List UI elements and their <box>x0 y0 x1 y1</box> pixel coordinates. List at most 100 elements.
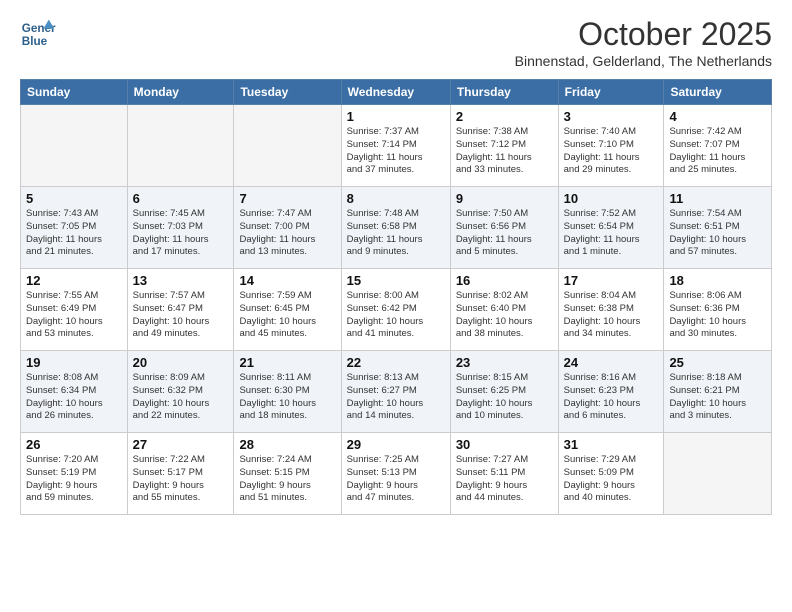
day-cell: 4 Sunrise: 7:42 AM Sunset: 7:07 PM Daylig… <box>664 105 772 187</box>
day-number: 22 <box>347 355 445 370</box>
day-cell: 31 Sunrise: 7:29 AM Sunset: 5:09 PM Dayli… <box>558 433 664 515</box>
day-info: Sunrise: 7:48 AM Sunset: 6:58 PM Dayligh… <box>347 208 445 259</box>
logo: General Blue <box>20 16 60 52</box>
day-cell: 23 Sunrise: 8:15 AM Sunset: 6:25 PM Dayli… <box>450 351 558 433</box>
day-info: Sunrise: 8:08 AM Sunset: 6:34 PM Dayligh… <box>26 372 122 423</box>
day-info: Sunrise: 7:52 AM Sunset: 6:54 PM Dayligh… <box>564 208 659 259</box>
day-info: Sunrise: 8:09 AM Sunset: 6:32 PM Dayligh… <box>133 372 229 423</box>
day-number: 3 <box>564 109 659 124</box>
day-cell: 16Sunrise: 8:02 AM Sunset: 6:40 PM Dayli… <box>450 269 558 351</box>
svg-text:Blue: Blue <box>22 35 48 48</box>
day-cell: 7 Sunrise: 7:47 AM Sunset: 7:00 PM Daylig… <box>234 187 341 269</box>
day-number: 23 <box>456 355 553 370</box>
day-info: Sunrise: 7:57 AM Sunset: 6:47 PM Dayligh… <box>133 290 229 341</box>
day-cell <box>234 105 341 187</box>
week-row: 12 Sunrise: 7:55 AM Sunset: 6:49 PM Dayli… <box>21 269 772 351</box>
day-info: Sunrise: 8:00 AM Sunset: 6:42 PM Dayligh… <box>347 290 445 341</box>
week-row: 5Sunrise: 7:43 AM Sunset: 7:05 PM Daylig… <box>21 187 772 269</box>
day-cell: 5Sunrise: 7:43 AM Sunset: 7:05 PM Daylig… <box>21 187 128 269</box>
day-cell: 14 Sunrise: 7:59 AM Sunset: 6:45 PM Dayli… <box>234 269 341 351</box>
day-number: 14 <box>239 273 335 288</box>
day-info: Sunrise: 8:04 AM Sunset: 6:38 PM Dayligh… <box>564 290 659 341</box>
day-cell: 25Sunrise: 8:18 AM Sunset: 6:21 PM Dayli… <box>664 351 772 433</box>
day-number: 1 <box>347 109 445 124</box>
day-info: Sunrise: 7:29 AM Sunset: 5:09 PM Dayligh… <box>564 454 659 505</box>
day-cell: 8 Sunrise: 7:48 AM Sunset: 6:58 PM Daylig… <box>341 187 450 269</box>
day-cell: 3 Sunrise: 7:40 AM Sunset: 7:10 PM Daylig… <box>558 105 664 187</box>
day-cell <box>664 433 772 515</box>
day-info: Sunrise: 8:06 AM Sunset: 6:36 PM Dayligh… <box>669 290 766 341</box>
day-info: Sunrise: 7:45 AM Sunset: 7:03 PM Dayligh… <box>133 208 229 259</box>
day-info: Sunrise: 7:55 AM Sunset: 6:49 PM Dayligh… <box>26 290 122 341</box>
day-number: 29 <box>347 437 445 452</box>
day-number: 8 <box>347 191 445 206</box>
header-row: SundayMondayTuesdayWednesdayThursdayFrid… <box>21 80 772 105</box>
day-info: Sunrise: 7:27 AM Sunset: 5:11 PM Dayligh… <box>456 454 553 505</box>
day-number: 2 <box>456 109 553 124</box>
day-cell: 27Sunrise: 7:22 AM Sunset: 5:17 PM Dayli… <box>127 433 234 515</box>
day-number: 5 <box>26 191 122 206</box>
day-number: 27 <box>133 437 229 452</box>
day-cell: 15 Sunrise: 8:00 AM Sunset: 6:42 PM Dayli… <box>341 269 450 351</box>
day-info: Sunrise: 7:25 AM Sunset: 5:13 PM Dayligh… <box>347 454 445 505</box>
day-cell: 11Sunrise: 7:54 AM Sunset: 6:51 PM Dayli… <box>664 187 772 269</box>
week-row: 19 Sunrise: 8:08 AM Sunset: 6:34 PM Dayli… <box>21 351 772 433</box>
day-cell: 1 Sunrise: 7:37 AM Sunset: 7:14 PM Daylig… <box>341 105 450 187</box>
day-number: 6 <box>133 191 229 206</box>
day-number: 15 <box>347 273 445 288</box>
day-info: Sunrise: 7:59 AM Sunset: 6:45 PM Dayligh… <box>239 290 335 341</box>
day-number: 4 <box>669 109 766 124</box>
day-number: 31 <box>564 437 659 452</box>
day-cell: 6 Sunrise: 7:45 AM Sunset: 7:03 PM Daylig… <box>127 187 234 269</box>
month-title: October 2025 <box>515 16 772 53</box>
day-cell: 10 Sunrise: 7:52 AM Sunset: 6:54 PM Dayli… <box>558 187 664 269</box>
day-cell: 30 Sunrise: 7:27 AM Sunset: 5:11 PM Dayli… <box>450 433 558 515</box>
day-number: 24 <box>564 355 659 370</box>
day-number: 7 <box>239 191 335 206</box>
day-info: Sunrise: 7:42 AM Sunset: 7:07 PM Dayligh… <box>669 126 766 177</box>
day-cell: 19 Sunrise: 8:08 AM Sunset: 6:34 PM Dayli… <box>21 351 128 433</box>
day-number: 13 <box>133 273 229 288</box>
day-info: Sunrise: 8:15 AM Sunset: 6:25 PM Dayligh… <box>456 372 553 423</box>
day-cell: 12 Sunrise: 7:55 AM Sunset: 6:49 PM Dayli… <box>21 269 128 351</box>
day-cell: 17 Sunrise: 8:04 AM Sunset: 6:38 PM Dayli… <box>558 269 664 351</box>
day-cell: 18 Sunrise: 8:06 AM Sunset: 6:36 PM Dayli… <box>664 269 772 351</box>
day-number: 10 <box>564 191 659 206</box>
day-cell: 22Sunrise: 8:13 AM Sunset: 6:27 PM Dayli… <box>341 351 450 433</box>
header: General Blue October 2025 Binnenstad, Ge… <box>20 16 772 69</box>
day-number: 12 <box>26 273 122 288</box>
week-row: 26Sunrise: 7:20 AM Sunset: 5:19 PM Dayli… <box>21 433 772 515</box>
day-info: Sunrise: 7:24 AM Sunset: 5:15 PM Dayligh… <box>239 454 335 505</box>
day-cell: 28 Sunrise: 7:24 AM Sunset: 5:15 PM Dayli… <box>234 433 341 515</box>
day-info: Sunrise: 7:40 AM Sunset: 7:10 PM Dayligh… <box>564 126 659 177</box>
day-cell <box>127 105 234 187</box>
weekday-header: Thursday <box>450 80 558 105</box>
weekday-header: Friday <box>558 80 664 105</box>
calendar: SundayMondayTuesdayWednesdayThursdayFrid… <box>20 79 772 515</box>
day-cell: 13 Sunrise: 7:57 AM Sunset: 6:47 PM Dayli… <box>127 269 234 351</box>
day-number: 11 <box>669 191 766 206</box>
day-info: Sunrise: 7:37 AM Sunset: 7:14 PM Dayligh… <box>347 126 445 177</box>
day-number: 9 <box>456 191 553 206</box>
day-number: 30 <box>456 437 553 452</box>
day-info: Sunrise: 7:38 AM Sunset: 7:12 PM Dayligh… <box>456 126 553 177</box>
day-number: 26 <box>26 437 122 452</box>
page: General Blue October 2025 Binnenstad, Ge… <box>0 0 792 525</box>
title-area: October 2025 Binnenstad, Gelderland, The… <box>515 16 772 69</box>
weekday-header: Tuesday <box>234 80 341 105</box>
day-number: 19 <box>26 355 122 370</box>
day-cell <box>21 105 128 187</box>
location: Binnenstad, Gelderland, The Netherlands <box>515 53 772 69</box>
weekday-header: Saturday <box>664 80 772 105</box>
day-number: 28 <box>239 437 335 452</box>
day-number: 21 <box>239 355 335 370</box>
day-cell: 20 Sunrise: 8:09 AM Sunset: 6:32 PM Dayli… <box>127 351 234 433</box>
day-info: Sunrise: 7:50 AM Sunset: 6:56 PM Dayligh… <box>456 208 553 259</box>
day-info: Sunrise: 7:47 AM Sunset: 7:00 PM Dayligh… <box>239 208 335 259</box>
day-number: 18 <box>669 273 766 288</box>
day-info: Sunrise: 8:11 AM Sunset: 6:30 PM Dayligh… <box>239 372 335 423</box>
logo-icon: General Blue <box>20 16 56 52</box>
day-number: 17 <box>564 273 659 288</box>
day-number: 20 <box>133 355 229 370</box>
day-cell: 9 Sunrise: 7:50 AM Sunset: 6:56 PM Daylig… <box>450 187 558 269</box>
